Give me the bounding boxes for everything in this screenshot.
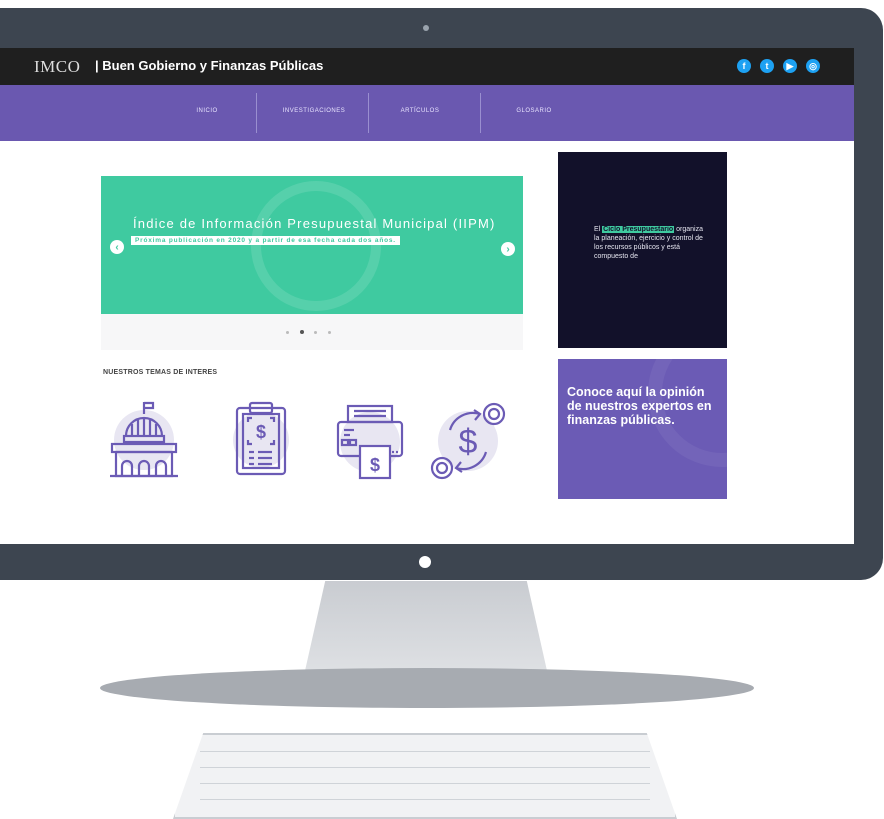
slider-dot[interactable] [328, 331, 331, 334]
webcam-dot [423, 25, 429, 31]
nav-divider [368, 93, 369, 133]
slide-title: Índice de Información Presupuestal Munic… [133, 216, 496, 231]
chevron-right-icon[interactable]: › [501, 242, 515, 256]
twitter-icon[interactable]: t [760, 59, 774, 73]
slider-dot[interactable] [286, 331, 289, 334]
keyboard [173, 733, 677, 819]
nav-investigaciones[interactable]: INVESTIGACIONES [282, 108, 346, 114]
hero-slider[interactable]: Índice de Información Presupuestal Munic… [101, 176, 523, 314]
budget-cycle-panel[interactable]: El Ciclo Presupuestario organiza la plan… [558, 152, 727, 348]
experts-opinion-text: Conoce aquí la opinión de nuestros exper… [567, 385, 712, 427]
nav-inicio[interactable]: INICIO [192, 108, 222, 114]
nav-divider [480, 93, 481, 133]
currency-exchange-icon[interactable]: $ [428, 400, 508, 482]
main-nav: INICIO INVESTIGACIONES ARTÍCULOS GLOSARI… [0, 85, 854, 141]
chevron-left-icon[interactable]: ‹ [110, 240, 124, 254]
nav-divider [256, 93, 257, 133]
slider-dot[interactable] [314, 331, 317, 334]
temas-heading: NUESTROS TEMAS DE INTERES [103, 369, 218, 376]
slider-decoration [251, 181, 381, 311]
clipboard-budget-icon[interactable]: $ [232, 400, 290, 478]
site-header: IMCO | Buen Gobierno y Finanzas Públicas… [0, 48, 854, 85]
experts-opinion-panel[interactable]: Conoce aquí la opinión de nuestros exper… [558, 359, 727, 499]
printer-money-icon[interactable]: $ [332, 402, 408, 480]
youtube-icon[interactable]: ▶ [783, 59, 797, 73]
nav-glosario[interactable]: GLOSARIO [514, 108, 554, 114]
budget-cycle-text-pre: El [594, 226, 603, 233]
government-building-icon[interactable] [108, 400, 180, 480]
monitor-stand-base [100, 668, 754, 708]
slider-dot[interactable] [300, 330, 304, 334]
monitor-screen: IMCO | Buen Gobierno y Finanzas Públicas… [0, 48, 854, 544]
svg-text:$: $ [370, 455, 380, 475]
svg-text:$: $ [256, 422, 266, 442]
imco-logo[interactable]: IMCO [34, 57, 80, 77]
slider-pagination [101, 314, 523, 350]
instagram-icon[interactable]: ◎ [806, 59, 820, 73]
power-indicator [419, 556, 431, 568]
svg-text:$: $ [459, 423, 478, 461]
nav-articulos[interactable]: ARTÍCULOS [400, 108, 440, 114]
budget-cycle-highlight: Ciclo Presupuestario [602, 226, 675, 233]
slide-subtitle: Próxima publicación en 2020 y a partir d… [131, 236, 400, 245]
budget-cycle-text: El Ciclo Presupuestario organiza la plan… [594, 225, 704, 261]
site-title: | Buen Gobierno y Finanzas Públicas [95, 58, 324, 73]
facebook-icon[interactable]: f [737, 59, 751, 73]
